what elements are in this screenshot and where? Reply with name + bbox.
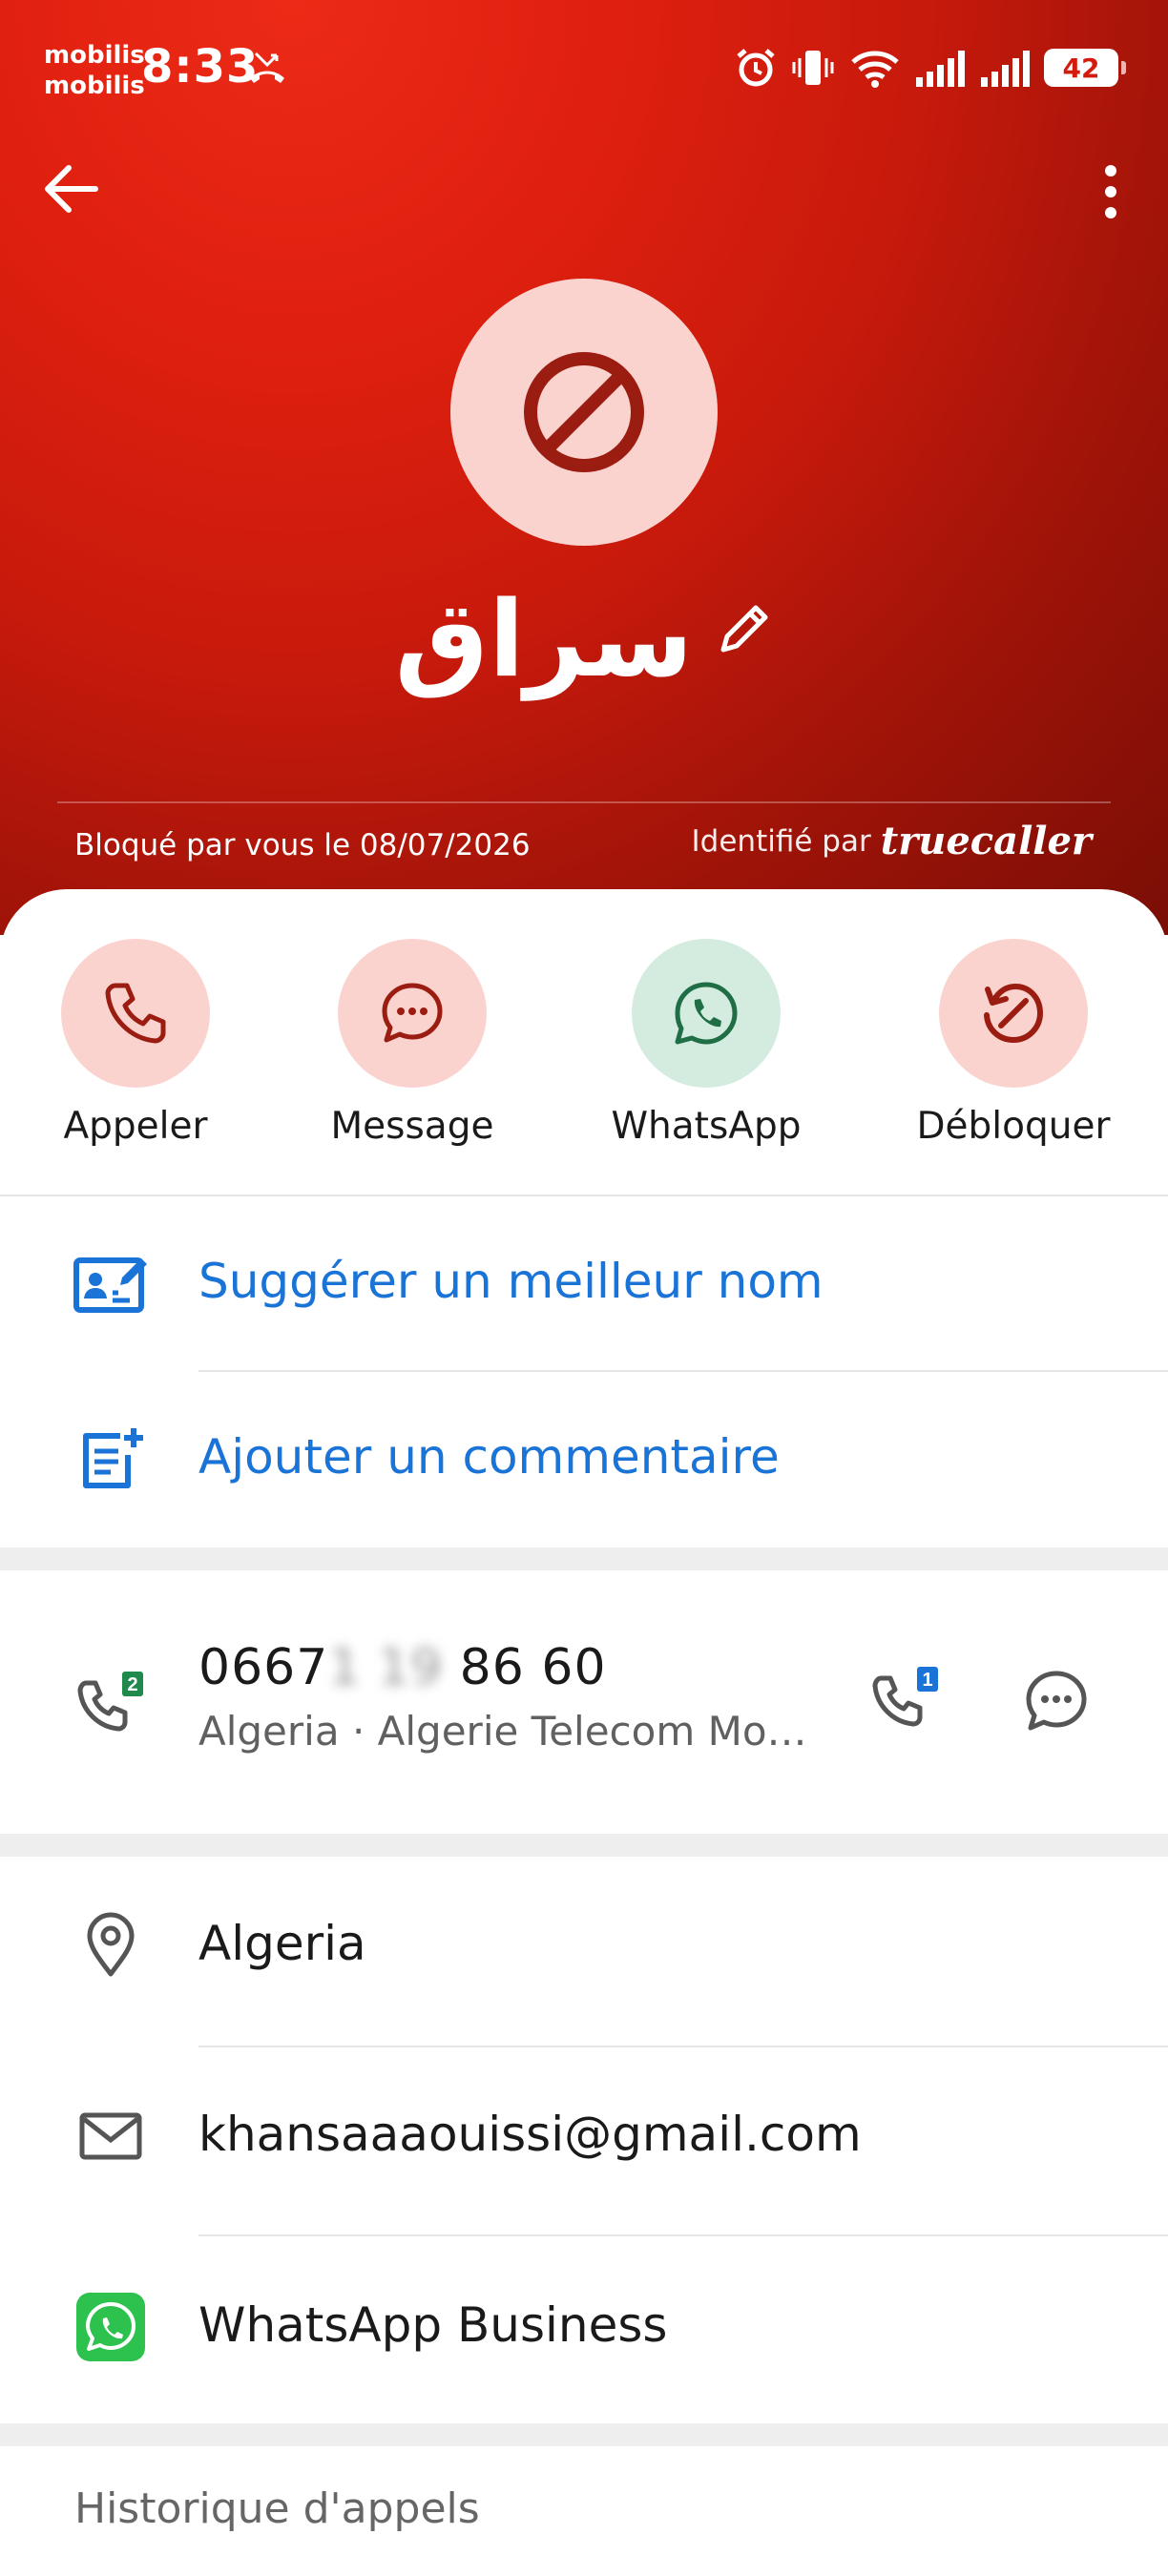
phone-number[interactable]: 06671 19 86 60 bbox=[198, 1639, 607, 1696]
email-text[interactable]: khansaaaouissi@gmail.com bbox=[198, 2107, 862, 2162]
whatsapp-business-icon-wrap bbox=[73, 2289, 149, 2365]
message-action[interactable]: Message bbox=[307, 939, 517, 1148]
unblock-label: Débloquer bbox=[916, 1105, 1111, 1148]
phone-operator: Algerie Telecom Mo… bbox=[377, 1708, 807, 1755]
action-bar: Appeler Message WhatsApp Débloquer bbox=[0, 939, 1168, 1149]
add-comment-link[interactable]: Ajouter un commentaire bbox=[198, 1429, 780, 1485]
phone-suffix: 86 60 bbox=[459, 1639, 607, 1696]
phone-sim2-icon: 2 bbox=[77, 1672, 143, 1732]
signal-1-icon bbox=[916, 51, 965, 87]
contact-header: mobilis mobilis 8:33 42 سراق Bloqué par … bbox=[0, 0, 1168, 935]
phone-sim1-icon: 1 bbox=[872, 1667, 938, 1727]
suggest-name-link[interactable]: Suggérer un meilleur nom bbox=[198, 1254, 824, 1309]
chat-bubble-icon bbox=[382, 983, 443, 1043]
separator-dot: · bbox=[351, 1708, 365, 1755]
message-button[interactable] bbox=[338, 939, 487, 1088]
whatsapp-label: WhatsApp bbox=[611, 1105, 802, 1148]
suggest-name-row[interactable]: Suggérer un meilleur nom bbox=[0, 1231, 1168, 1336]
note-add-icon bbox=[83, 1428, 143, 1488]
block-icon bbox=[524, 352, 644, 472]
whatsapp-business-row[interactable]: WhatsApp Business bbox=[0, 2275, 1168, 2379]
whatsapp-button[interactable] bbox=[632, 939, 781, 1088]
missed-call-icon bbox=[250, 52, 284, 83]
phone-hidden-digits: 1 19 bbox=[328, 1639, 444, 1696]
status-bar: mobilis mobilis 8:33 42 bbox=[0, 0, 1168, 134]
phone-icon bbox=[105, 983, 166, 1044]
email-row[interactable]: khansaaaouissi@gmail.com bbox=[0, 2084, 1168, 2189]
whatsapp-icon bbox=[675, 982, 738, 1045]
alarm-icon bbox=[737, 49, 775, 87]
suggest-name-icon-wrap bbox=[73, 1245, 149, 1321]
battery-indicator: 42 bbox=[1044, 49, 1126, 87]
add-comment-icon-wrap bbox=[73, 1421, 149, 1497]
phone-carrier-info: Algeria · Algerie Telecom Mo… bbox=[198, 1708, 807, 1755]
arrow-back-icon bbox=[45, 165, 98, 213]
pencil-icon[interactable] bbox=[714, 600, 773, 659]
contact-name-row: سراق bbox=[0, 572, 1168, 706]
edit-contact-icon bbox=[73, 1257, 147, 1313]
sim1-badge: 1 bbox=[922, 1670, 932, 1691]
status-icons: 42 bbox=[735, 44, 1126, 92]
divider bbox=[198, 1370, 1168, 1372]
identified-label: Identifié par bbox=[691, 823, 871, 859]
whatsapp-business-icon bbox=[76, 2293, 145, 2361]
more-vertical-icon bbox=[1105, 165, 1116, 218]
message-label: Message bbox=[330, 1105, 494, 1148]
section-divider bbox=[0, 1834, 1168, 1857]
carrier-names: mobilis mobilis bbox=[44, 40, 145, 101]
divider bbox=[0, 1195, 1168, 1196]
divider bbox=[198, 2234, 1168, 2236]
call-button[interactable] bbox=[61, 939, 210, 1088]
phone-prefix: 0667 bbox=[198, 1639, 329, 1696]
status-time: 8:33 bbox=[141, 40, 260, 93]
blocked-date-text: Bloqué par vous le 08/07/2026 bbox=[74, 828, 531, 862]
sim2-call-icon-wrap: 2 bbox=[73, 1668, 149, 1744]
section-divider bbox=[0, 1548, 1168, 1570]
header-divider bbox=[57, 801, 1111, 803]
add-comment-row[interactable]: Ajouter un commentaire bbox=[0, 1406, 1168, 1511]
back-button[interactable] bbox=[42, 160, 109, 218]
identified-by: Identifié par truecaller bbox=[692, 819, 1092, 863]
divider bbox=[198, 2046, 1168, 2047]
vibrate-icon bbox=[792, 51, 834, 85]
call-action[interactable]: Appeler bbox=[31, 939, 240, 1148]
chat-bubble-icon bbox=[1026, 1671, 1087, 1731]
call-label: Appeler bbox=[63, 1105, 208, 1148]
unblock-icon bbox=[984, 983, 1044, 1044]
carrier-2: mobilis bbox=[44, 72, 145, 100]
more-options-button[interactable] bbox=[1082, 158, 1139, 225]
blocked-avatar bbox=[450, 279, 718, 546]
whatsapp-business-text: WhatsApp Business bbox=[198, 2297, 668, 2353]
location-pin-icon bbox=[87, 1912, 135, 1977]
phone-country: Algeria bbox=[198, 1708, 340, 1755]
call-history-title: Historique d'appels bbox=[74, 2484, 480, 2533]
unblock-button[interactable] bbox=[939, 939, 1088, 1088]
carrier-1: mobilis bbox=[44, 41, 145, 70]
location-text: Algeria bbox=[198, 1916, 366, 1971]
email-icon-wrap bbox=[73, 2098, 149, 2174]
contact-name: سراق bbox=[394, 578, 694, 700]
section-divider bbox=[0, 2423, 1168, 2446]
whatsapp-action[interactable]: WhatsApp bbox=[601, 939, 811, 1148]
truecaller-logo: truecaller bbox=[880, 819, 1092, 863]
location-row: Algeria bbox=[0, 1893, 1168, 1998]
location-icon-wrap bbox=[73, 1907, 149, 1984]
wifi-icon bbox=[851, 51, 899, 88]
sms-button[interactable] bbox=[1013, 1658, 1099, 1744]
unblock-action[interactable]: Débloquer bbox=[908, 939, 1118, 1148]
signal-2-icon bbox=[981, 51, 1030, 87]
call-sim1-button[interactable]: 1 bbox=[863, 1658, 949, 1744]
mail-icon bbox=[79, 2112, 142, 2160]
sim2-badge: 2 bbox=[127, 1674, 137, 1695]
